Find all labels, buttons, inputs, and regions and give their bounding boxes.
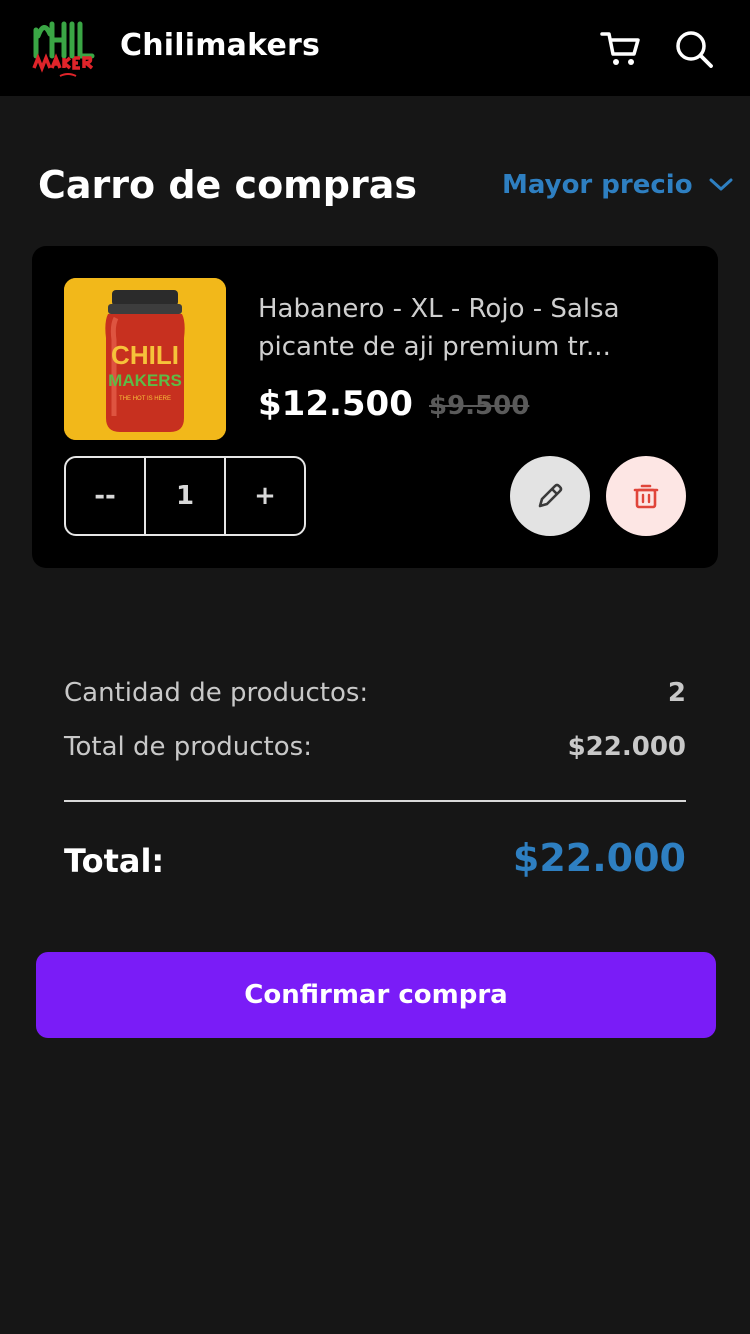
increment-button[interactable]: +: [224, 458, 304, 534]
product-old-price: $9.500: [429, 391, 530, 421]
total-label: Total:: [64, 842, 165, 880]
total-value: $22.000: [512, 836, 686, 880]
sort-label: Mayor precio: [502, 170, 693, 200]
divider: [64, 800, 686, 802]
brand-name: Chilimakers: [120, 28, 321, 63]
quantity-summary-value: 2: [667, 678, 686, 708]
sort-dropdown[interactable]: Mayor precio: [502, 170, 733, 200]
decrement-button[interactable]: --: [66, 458, 144, 534]
product-name[interactable]: Habanero - XL - Rojo - Salsa picante de …: [258, 290, 678, 366]
subtotal-label: Total de productos:: [64, 732, 312, 762]
product-image[interactable]: CHILI MAKERS THE HOT IS HERE: [64, 278, 226, 440]
subtotal-value: $22.000: [567, 732, 686, 762]
top-app-bar: Chilimakers: [0, 0, 750, 96]
edit-button[interactable]: [510, 456, 590, 536]
svg-text:CHILI: CHILI: [111, 340, 179, 370]
quantity-value: 1: [144, 458, 224, 534]
chilimakers-logo[interactable]: [30, 16, 98, 80]
confirm-purchase-button[interactable]: Confirmar compra: [36, 952, 716, 1038]
svg-text:MAKERS: MAKERS: [108, 371, 182, 390]
search-icon[interactable]: [673, 28, 715, 68]
chevron-down-icon: [709, 178, 733, 191]
cart-item-card: CHILI MAKERS THE HOT IS HERE Habanero - …: [32, 246, 718, 568]
delete-button[interactable]: [606, 456, 686, 536]
cart-icon[interactable]: [600, 28, 642, 68]
quantity-summary-label: Cantidad de productos:: [64, 678, 369, 708]
page-title: Carro de compras: [38, 163, 417, 207]
svg-text:THE HOT IS HERE: THE HOT IS HERE: [119, 396, 171, 402]
pencil-icon: [538, 483, 563, 508]
trash-icon: [633, 484, 659, 509]
quantity-stepper: -- 1 +: [64, 456, 306, 536]
product-price: $12.500: [258, 384, 413, 424]
